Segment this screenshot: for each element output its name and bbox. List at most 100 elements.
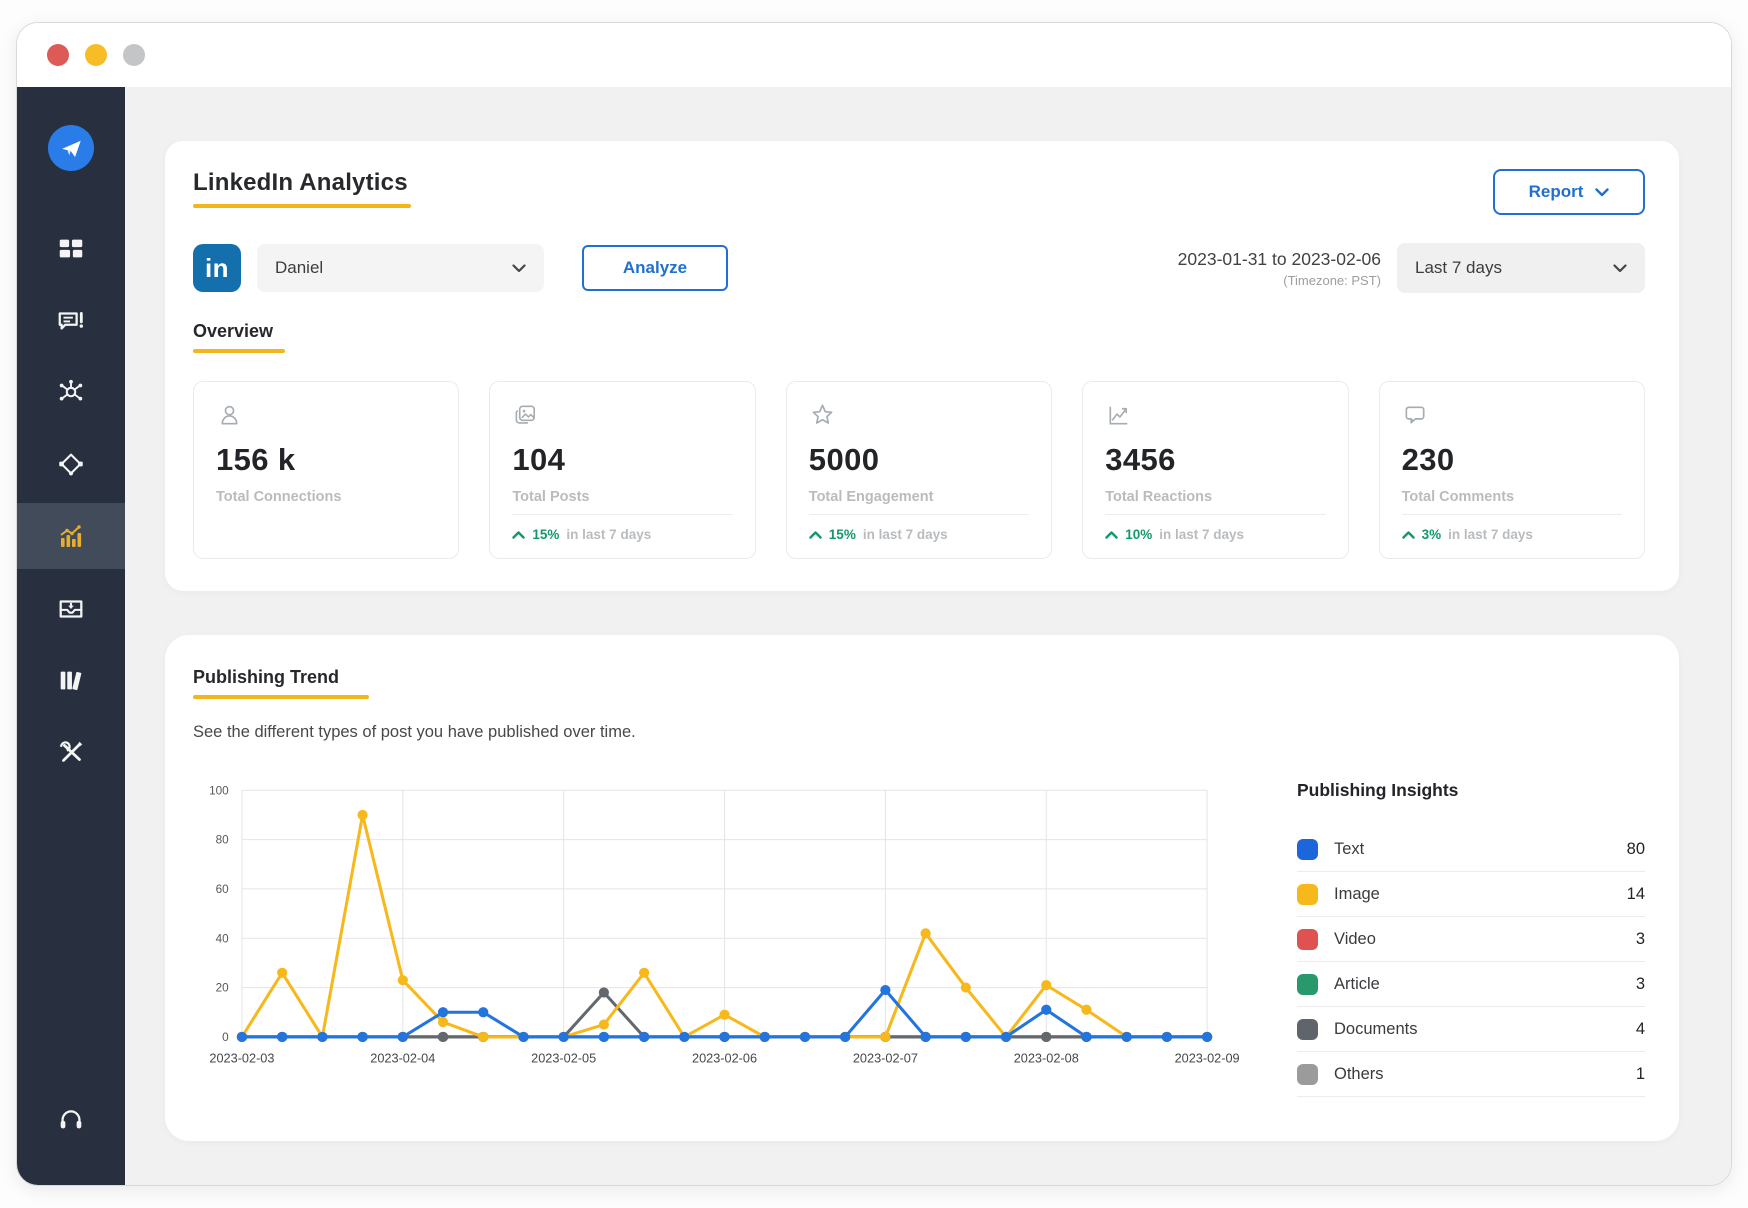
svg-text:40: 40 [216, 932, 230, 945]
publishing-trend-chart: 0204060801002023-02-032023-02-042023-02-… [193, 776, 1253, 1097]
insights-legend: Text 80 Image 14 Video 3 Article 3 Documents 4 Oth… [1297, 827, 1645, 1097]
page-title: LinkedIn Analytics [193, 169, 411, 197]
trend-up-icon [512, 531, 525, 539]
stat-trend: 3% in last 7 days [1402, 514, 1622, 542]
date-range: 2023-01-31 to 2023-02-06 [1178, 249, 1381, 270]
legend-row-image: Image 14 [1297, 872, 1645, 917]
sidebar-item-library[interactable] [17, 647, 125, 713]
legend-row-text: Text 80 [1297, 827, 1645, 872]
app-logo[interactable] [48, 125, 94, 171]
publishing-trend-panel: Publishing Trend See the different types… [165, 635, 1679, 1141]
analyze-button[interactable]: Analyze [582, 245, 728, 291]
inbox-tray-icon [56, 593, 86, 623]
legend-value: 4 [1636, 1020, 1645, 1039]
sidebar-nav [17, 215, 125, 791]
linkedin-glyph: in [205, 253, 229, 284]
sidebar-item-inbox[interactable] [17, 575, 125, 641]
date-range-block: 2023-01-31 to 2023-02-06 (Timezone: PST) [1178, 249, 1381, 288]
overview-section: Overview [193, 321, 1645, 353]
sidebar-item-support[interactable] [17, 1085, 125, 1151]
sidebar-item-dashboard[interactable] [17, 215, 125, 281]
sidebar-item-tools[interactable] [17, 719, 125, 785]
publishing-trend-description: See the different types of post you have… [193, 723, 1645, 742]
publishing-trend-heading: Publishing Trend [193, 667, 1645, 688]
period-select[interactable]: Last 7 days [1397, 243, 1645, 293]
title-underline [193, 204, 411, 208]
legend-label: Documents [1334, 1020, 1417, 1039]
legend-value: 14 [1627, 885, 1645, 904]
account-select[interactable]: Daniel [257, 244, 544, 292]
stat-card-total-posts: 104 Total Posts 15% in last 7 days [489, 381, 755, 559]
legend-label: Others [1334, 1065, 1384, 1084]
stat-card-total-comments: 230 Total Comments 3% in last 7 days [1379, 381, 1645, 559]
svg-text:2023-02-05: 2023-02-05 [531, 1050, 596, 1065]
titlebar [17, 23, 1731, 87]
video-series-swatch [1297, 929, 1318, 950]
close-window-button[interactable] [47, 44, 69, 66]
stat-label: Total Posts [512, 489, 732, 505]
stat-value: 5000 [809, 442, 1029, 478]
report-button[interactable]: Report [1493, 169, 1645, 215]
minimize-window-button[interactable] [85, 44, 107, 66]
legend-row-others: Others1 [1297, 1052, 1645, 1097]
trend-percent: 15% [532, 527, 559, 542]
legend-label: Image [1334, 885, 1380, 904]
trend-suffix: in last 7 days [1448, 527, 1533, 542]
article-series-swatch [1297, 974, 1318, 995]
svg-text:60: 60 [216, 883, 230, 896]
sidebar-item-analytics[interactable] [17, 503, 125, 569]
svg-text:100: 100 [209, 784, 229, 797]
stat-trend: 10% in last 7 days [1105, 514, 1325, 542]
overview-underline [193, 349, 285, 353]
legend-row-video: Video 3 [1297, 917, 1645, 962]
trend-up-icon [1105, 531, 1118, 539]
trend-chart-icon [1105, 402, 1132, 429]
image-series-swatch [1297, 884, 1318, 905]
legend-value: 80 [1627, 840, 1645, 859]
svg-text:2023-02-06: 2023-02-06 [692, 1050, 757, 1065]
star-icon [809, 402, 836, 429]
screenshot-canvas: LinkedIn Analytics Report in [0, 0, 1748, 1208]
fullscreen-window-button[interactable] [123, 44, 145, 66]
publishing-insights: Publishing Insights Text80Image14Video3A… [1297, 776, 1645, 1097]
analytics-panel: LinkedIn Analytics Report in [165, 141, 1679, 591]
sidebar-item-connections[interactable] [17, 359, 125, 425]
sidebar-item-share[interactable] [17, 431, 125, 497]
legend-label: Text [1334, 840, 1364, 859]
svg-text:80: 80 [216, 834, 230, 847]
svg-text:20: 20 [216, 982, 230, 995]
trend-up-icon [1402, 531, 1415, 539]
svg-text:2023-02-07: 2023-02-07 [853, 1050, 918, 1065]
legend-value: 3 [1636, 975, 1645, 994]
legend-label: Article [1334, 975, 1380, 994]
comment-icon [1402, 402, 1429, 429]
sidebar-item-posts[interactable] [17, 287, 125, 353]
stat-trend: 15% in last 7 days [512, 514, 732, 542]
legend-label: Video [1334, 930, 1376, 949]
chevron-down-icon [1595, 188, 1609, 197]
trend-suffix: in last 7 days [1159, 527, 1244, 542]
legend-row-article: Article 3 [1297, 962, 1645, 1007]
publishing-insights-heading: Publishing Insights [1297, 780, 1645, 801]
user-icon [216, 402, 243, 429]
stat-cards: 156 k Total Connections 104 [193, 381, 1645, 559]
account-select-value: Daniel [275, 258, 323, 278]
stat-value: 230 [1402, 442, 1622, 478]
trend-percent: 10% [1125, 527, 1152, 542]
app-window: LinkedIn Analytics Report in [16, 22, 1732, 1186]
page-title-block: LinkedIn Analytics [193, 169, 411, 208]
report-button-label: Report [1529, 182, 1584, 202]
network-hub-icon [56, 377, 86, 407]
period-select-value: Last 7 days [1415, 258, 1502, 278]
analytics-controls: in Daniel Analyze 2023-01-31 to 2023-02-… [193, 243, 1645, 293]
chat-alert-icon [56, 305, 86, 335]
text-series-swatch [1297, 839, 1318, 860]
sidebar [17, 87, 125, 1185]
stat-card-total-connections: 156 k Total Connections [193, 381, 459, 559]
legend-value: 3 [1636, 930, 1645, 949]
trend-up-icon [809, 531, 822, 539]
trend-percent: 3% [1422, 527, 1442, 542]
trend-suffix: in last 7 days [566, 527, 651, 542]
stat-label: Total Reactions [1105, 489, 1325, 505]
analyze-button-label: Analyze [623, 258, 687, 278]
